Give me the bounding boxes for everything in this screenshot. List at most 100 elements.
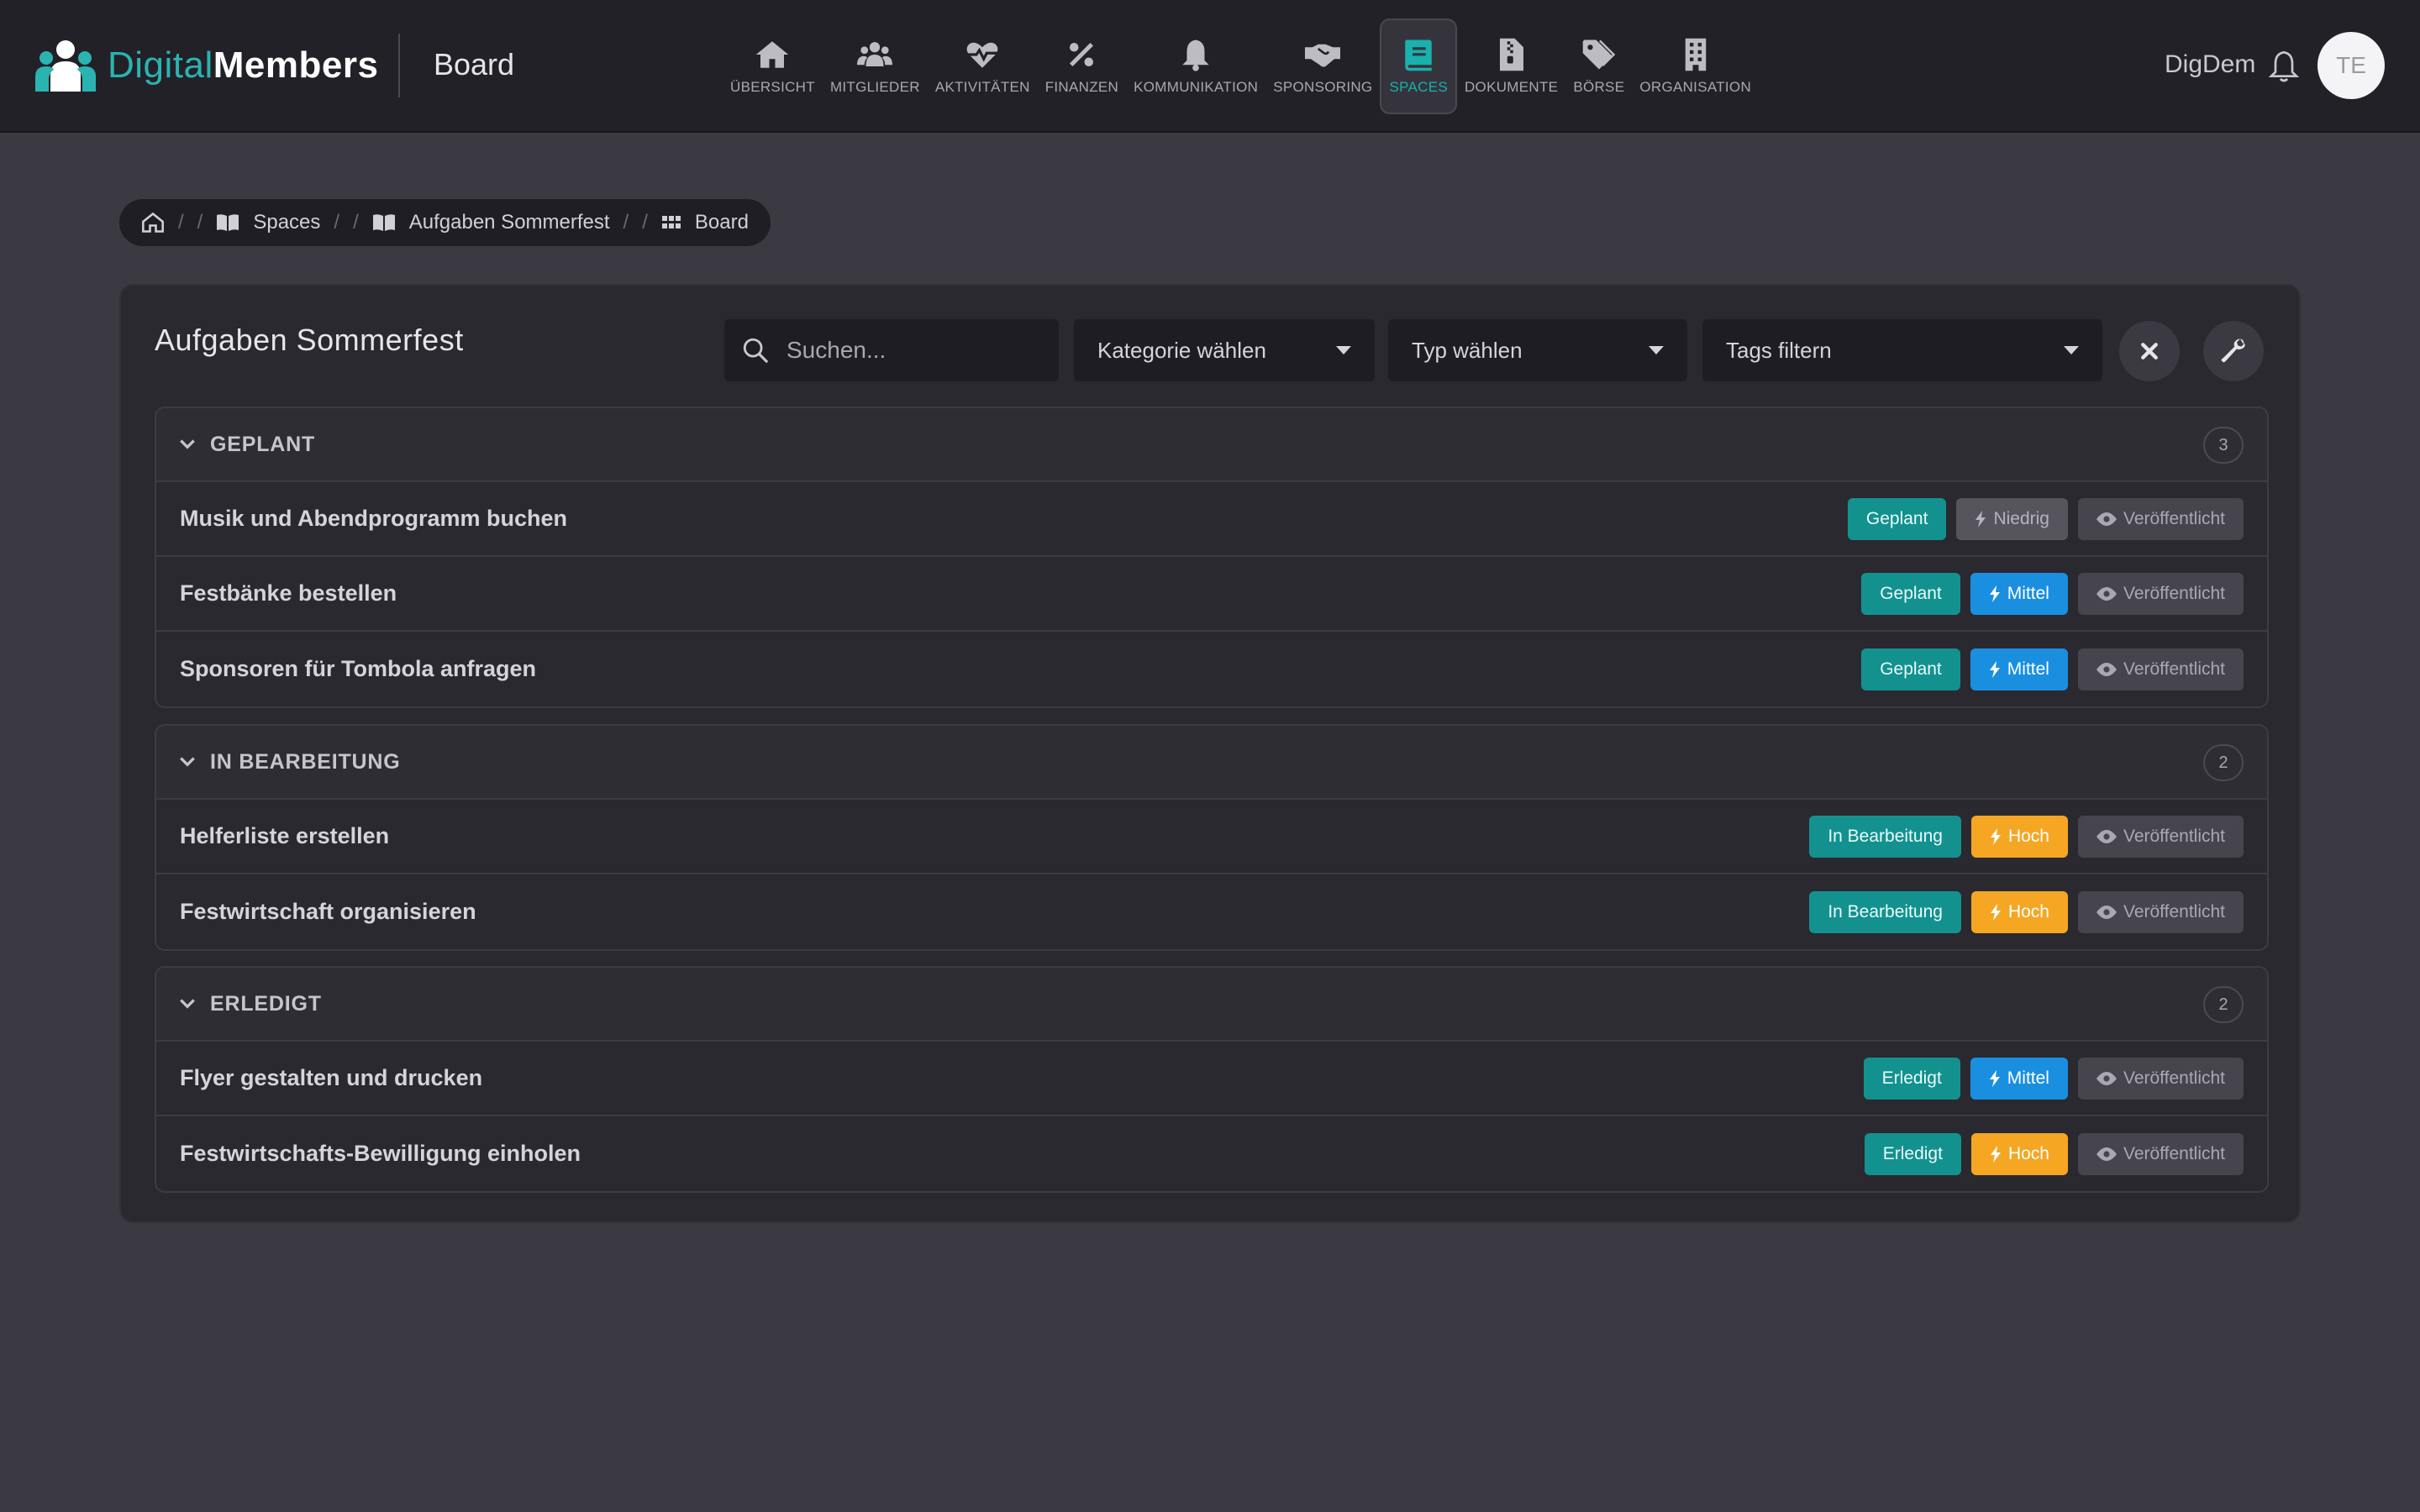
app-logo[interactable]: DigitalMembers <box>34 32 378 99</box>
visibility-label: Veröffentlicht <box>2123 826 2225 846</box>
breadcrumb-label: Board <box>694 211 749 234</box>
task-row[interactable]: Sponsoren für Tombola anfragen Geplant M… <box>156 632 2267 706</box>
chevron-down-icon <box>180 439 195 449</box>
task-row[interactable]: Musik und Abendprogramm buchen Geplant N… <box>156 482 2267 557</box>
nav-item-kommunikation[interactable]: KOMMUNIKATION <box>1126 18 1265 114</box>
search-box[interactable] <box>724 319 1059 381</box>
group-header[interactable]: IN BEARBEITUNG 2 <box>156 726 2267 800</box>
group-erledigt: ERLEDIGT 2 Flyer gestalten und drucken E… <box>155 966 2269 1193</box>
status-badge: Geplant <box>1847 497 1947 540</box>
user-name[interactable]: DigDem <box>2165 50 2255 79</box>
task-row[interactable]: Helferliste erstellen In Bearbeitung Hoc… <box>156 800 2267 874</box>
breadcrumb-item-board[interactable]: Board <box>661 211 749 234</box>
status-badge: Geplant <box>1861 648 1960 690</box>
heartbeat-icon <box>966 42 998 68</box>
bolt-icon <box>1990 903 2001 921</box>
visibility-label: Veröffentlicht <box>2123 508 2225 528</box>
group-header[interactable]: ERLEDIGT 2 <box>156 968 2267 1042</box>
nav-label: KOMMUNIKATION <box>1134 79 1259 95</box>
book-icon <box>1405 39 1432 71</box>
breadcrumb: / / Spaces / / Aufgaben Sommerfest / / B… <box>119 199 771 246</box>
nav-item-finanzen[interactable]: FINANZEN <box>1038 18 1126 114</box>
users-logo-icon <box>35 40 96 92</box>
nav-item-uebersicht[interactable]: ÜBERSICHT <box>723 18 823 114</box>
category-select[interactable]: Kategorie wählen <box>1074 319 1375 381</box>
visibility-badge: Veröffentlicht <box>2077 572 2244 615</box>
visibility-badge: Veröffentlicht <box>2077 648 2244 690</box>
nav-item-spaces[interactable]: SPACES <box>1380 18 1457 114</box>
task-title: Musik und Abendprogramm buchen <box>180 506 568 531</box>
tags-icon <box>1582 39 1616 70</box>
tags-select[interactable]: Tags filtern <box>1702 319 2102 381</box>
task-row[interactable]: Festwirtschaft organisieren In Bearbeitu… <box>156 874 2267 949</box>
breadcrumb-label: Aufgaben Sommerfest <box>408 211 610 234</box>
caret-down-icon <box>1649 346 1664 354</box>
group-geplant: GEPLANT 3 Musik und Abendprogramm buchen… <box>155 407 2269 708</box>
priority-label: Hoch <box>2007 826 2049 846</box>
bolt-icon <box>1989 660 2000 678</box>
priority-badge: Hoch <box>1970 1132 2068 1175</box>
percent-icon <box>1070 43 1094 66</box>
close-icon <box>2141 343 2158 360</box>
nav-label: ORGANISATION <box>1639 79 1752 95</box>
eye-icon <box>2096 1147 2117 1161</box>
eye-icon <box>2096 512 2117 526</box>
notifications-bell-icon[interactable] <box>2267 49 2301 84</box>
task-title: Helferliste erstellen <box>180 823 390 848</box>
task-tags: Erledigt Hoch Veröffentlicht <box>1864 1132 2244 1175</box>
breadcrumb-item-aufgaben[interactable]: Aufgaben Sommerfest <box>372 211 610 234</box>
nav-item-mitglieder[interactable]: MITGLIEDER <box>823 18 928 114</box>
priority-label: Hoch <box>2007 901 2049 921</box>
eye-icon <box>2096 586 2117 601</box>
task-row[interactable]: Festbänke bestellen Geplant Mittel Veröf… <box>156 557 2267 632</box>
nav-item-dokumente[interactable]: DOKUMENTE <box>1457 18 1565 114</box>
eye-icon <box>2096 905 2117 919</box>
group-count-badge: 2 <box>2203 744 2244 781</box>
visibility-label: Veröffentlicht <box>2123 1143 2225 1163</box>
task-row[interactable]: Flyer gestalten und drucken Erledigt Mit… <box>156 1042 2267 1116</box>
nav-item-boerse[interactable]: BÖRSE <box>1565 18 1632 114</box>
nav-item-sponsoring[interactable]: SPONSORING <box>1265 18 1380 114</box>
bolt-icon <box>1990 1145 2001 1163</box>
breadcrumb-item-spaces[interactable]: Spaces <box>216 211 320 234</box>
bolt-icon <box>1989 1069 2000 1087</box>
home-icon[interactable] <box>141 211 165 234</box>
page-title: Aufgaben Sommerfest <box>155 323 464 357</box>
type-select[interactable]: Typ wählen <box>1388 319 1687 381</box>
building-icon <box>1685 38 1706 71</box>
nav-item-aktivitaeten[interactable]: AKTIVITÄTEN <box>928 18 1038 114</box>
task-tags: In Bearbeitung Hoch Veröffentlicht <box>1809 890 2244 933</box>
group-count-badge: 2 <box>2203 986 2244 1023</box>
search-icon <box>743 338 769 364</box>
task-tags: In Bearbeitung Hoch Veröffentlicht <box>1809 815 2244 858</box>
settings-button[interactable] <box>2203 321 2264 381</box>
open-book-icon <box>372 214 395 231</box>
task-row[interactable]: Festwirtschafts-Bewilligung einholen Erl… <box>156 1116 2267 1191</box>
task-title: Flyer gestalten und drucken <box>180 1065 483 1090</box>
file-zip-icon <box>1499 38 1523 71</box>
visibility-badge: Veröffentlicht <box>2077 497 2244 540</box>
group-title: GEPLANT <box>210 432 316 456</box>
visibility-label: Veröffentlicht <box>2123 901 2225 921</box>
task-title: Festwirtschaft organisieren <box>180 899 476 924</box>
category-select-value: Kategorie wählen <box>1097 337 1266 363</box>
visibility-label: Veröffentlicht <box>2123 659 2225 679</box>
breadcrumb-separator: / <box>197 211 203 234</box>
priority-badge: Mittel <box>1970 572 2068 615</box>
group-title: ERLEDIGT <box>210 991 322 1016</box>
priority-badge: Hoch <box>1970 815 2068 858</box>
section-title: Board <box>434 47 515 81</box>
visibility-badge: Veröffentlicht <box>2077 890 2244 933</box>
grid-icon <box>661 216 681 228</box>
visibility-label: Veröffentlicht <box>2123 1068 2225 1088</box>
group-header[interactable]: GEPLANT 3 <box>156 408 2267 482</box>
status-badge: Geplant <box>1861 572 1960 615</box>
search-input[interactable] <box>786 337 1055 364</box>
nav-label: SPACES <box>1389 79 1448 95</box>
status-badge: In Bearbeitung <box>1809 890 1961 933</box>
avatar[interactable]: TE <box>2317 32 2385 99</box>
priority-label: Hoch <box>2007 1143 2049 1163</box>
clear-filters-button[interactable] <box>2119 321 2180 381</box>
nav-item-organisation[interactable]: ORGANISATION <box>1632 18 1759 114</box>
eye-icon <box>2096 829 2117 843</box>
